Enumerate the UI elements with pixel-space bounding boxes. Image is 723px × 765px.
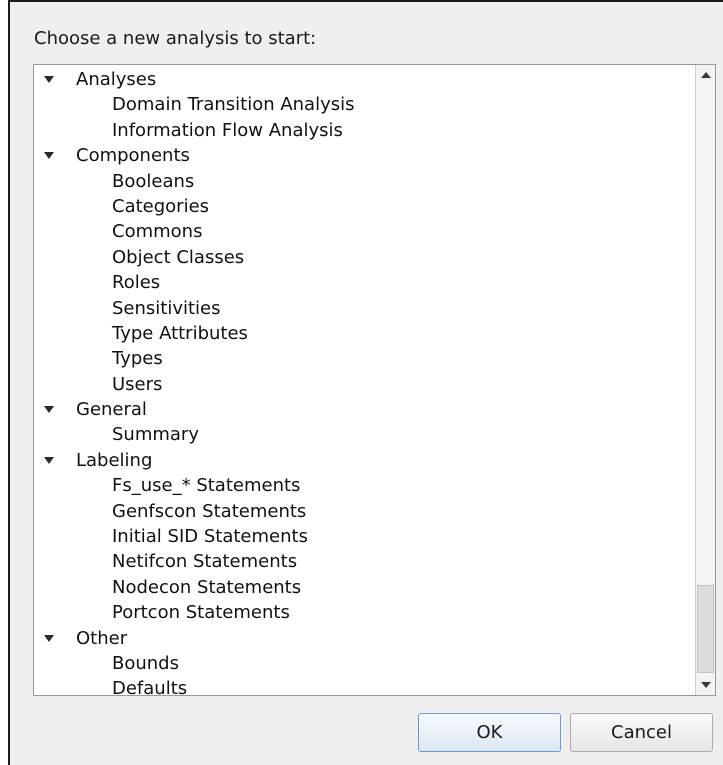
analysis-tree[interactable]: Analyses Domain Transition Analysis Inform… [34,65,695,695]
tree-item[interactable]: Sensitivities [34,296,695,321]
tree-item[interactable]: Type Attributes [34,321,695,346]
tree-item[interactable]: Genfscon Statements [34,499,695,524]
tree-item[interactable]: Netifcon Statements [34,549,695,574]
scroll-up-button[interactable] [696,65,715,85]
expand-arrow-icon[interactable] [44,152,54,160]
tree-group-label: Components [76,145,190,167]
tree-item[interactable]: Users [34,372,695,397]
tree-item[interactable]: Initial SID Statements [34,524,695,549]
scrollbar-thumb[interactable] [697,585,714,673]
ok-button[interactable]: OK [418,713,561,752]
tree-item[interactable]: Commons [34,219,695,244]
cancel-button[interactable]: Cancel [570,713,713,752]
tree-item[interactable]: Portcon Statements [34,600,695,625]
analysis-dialog: Choose a new analysis to start: Analyses… [8,0,723,765]
tree-item[interactable]: Fs_use_* Statements [34,473,695,498]
tree-item[interactable]: Information Flow Analysis [34,118,695,143]
tree-item[interactable]: Nodecon Statements [34,575,695,600]
scroll-down-button[interactable] [696,675,715,695]
expand-arrow-icon[interactable] [44,76,54,83]
expand-arrow-icon[interactable] [44,406,54,414]
tree-item[interactable]: Categories [34,194,695,219]
vertical-scrollbar[interactable] [695,65,715,695]
tree-group-components[interactable]: Components [34,143,695,168]
expand-arrow-icon[interactable] [44,456,54,464]
tree-item[interactable]: Roles [34,270,695,295]
tree-group-labeling[interactable]: Labeling [34,448,695,473]
tree-item[interactable]: Summary [34,422,695,447]
tree-group-label: Other [76,627,128,649]
tree-item[interactable]: Bounds [34,651,695,676]
arrow-down-icon [701,682,711,688]
tree-item[interactable]: Booleans [34,169,695,194]
tree-group-other[interactable]: Other [34,626,695,651]
dialog-prompt: Choose a new analysis to start: [34,28,317,49]
tree-group-label: Analyses [76,69,157,90]
tree-group-label: Labeling [76,449,153,471]
expand-arrow-icon[interactable] [44,634,54,642]
tree-item[interactable]: Domain Transition Analysis [34,92,695,117]
tree-item[interactable]: Object Classes [34,245,695,270]
analysis-tree-view[interactable]: Analyses Domain Transition Analysis Inform… [33,64,716,696]
tree-group-analyses[interactable]: Analyses [34,67,695,92]
tree-item[interactable]: Defaults [34,676,695,695]
tree-group-general[interactable]: General [34,397,695,422]
arrow-up-icon [701,72,711,78]
tree-item[interactable]: Types [34,346,695,371]
tree-group-label: General [76,399,147,421]
